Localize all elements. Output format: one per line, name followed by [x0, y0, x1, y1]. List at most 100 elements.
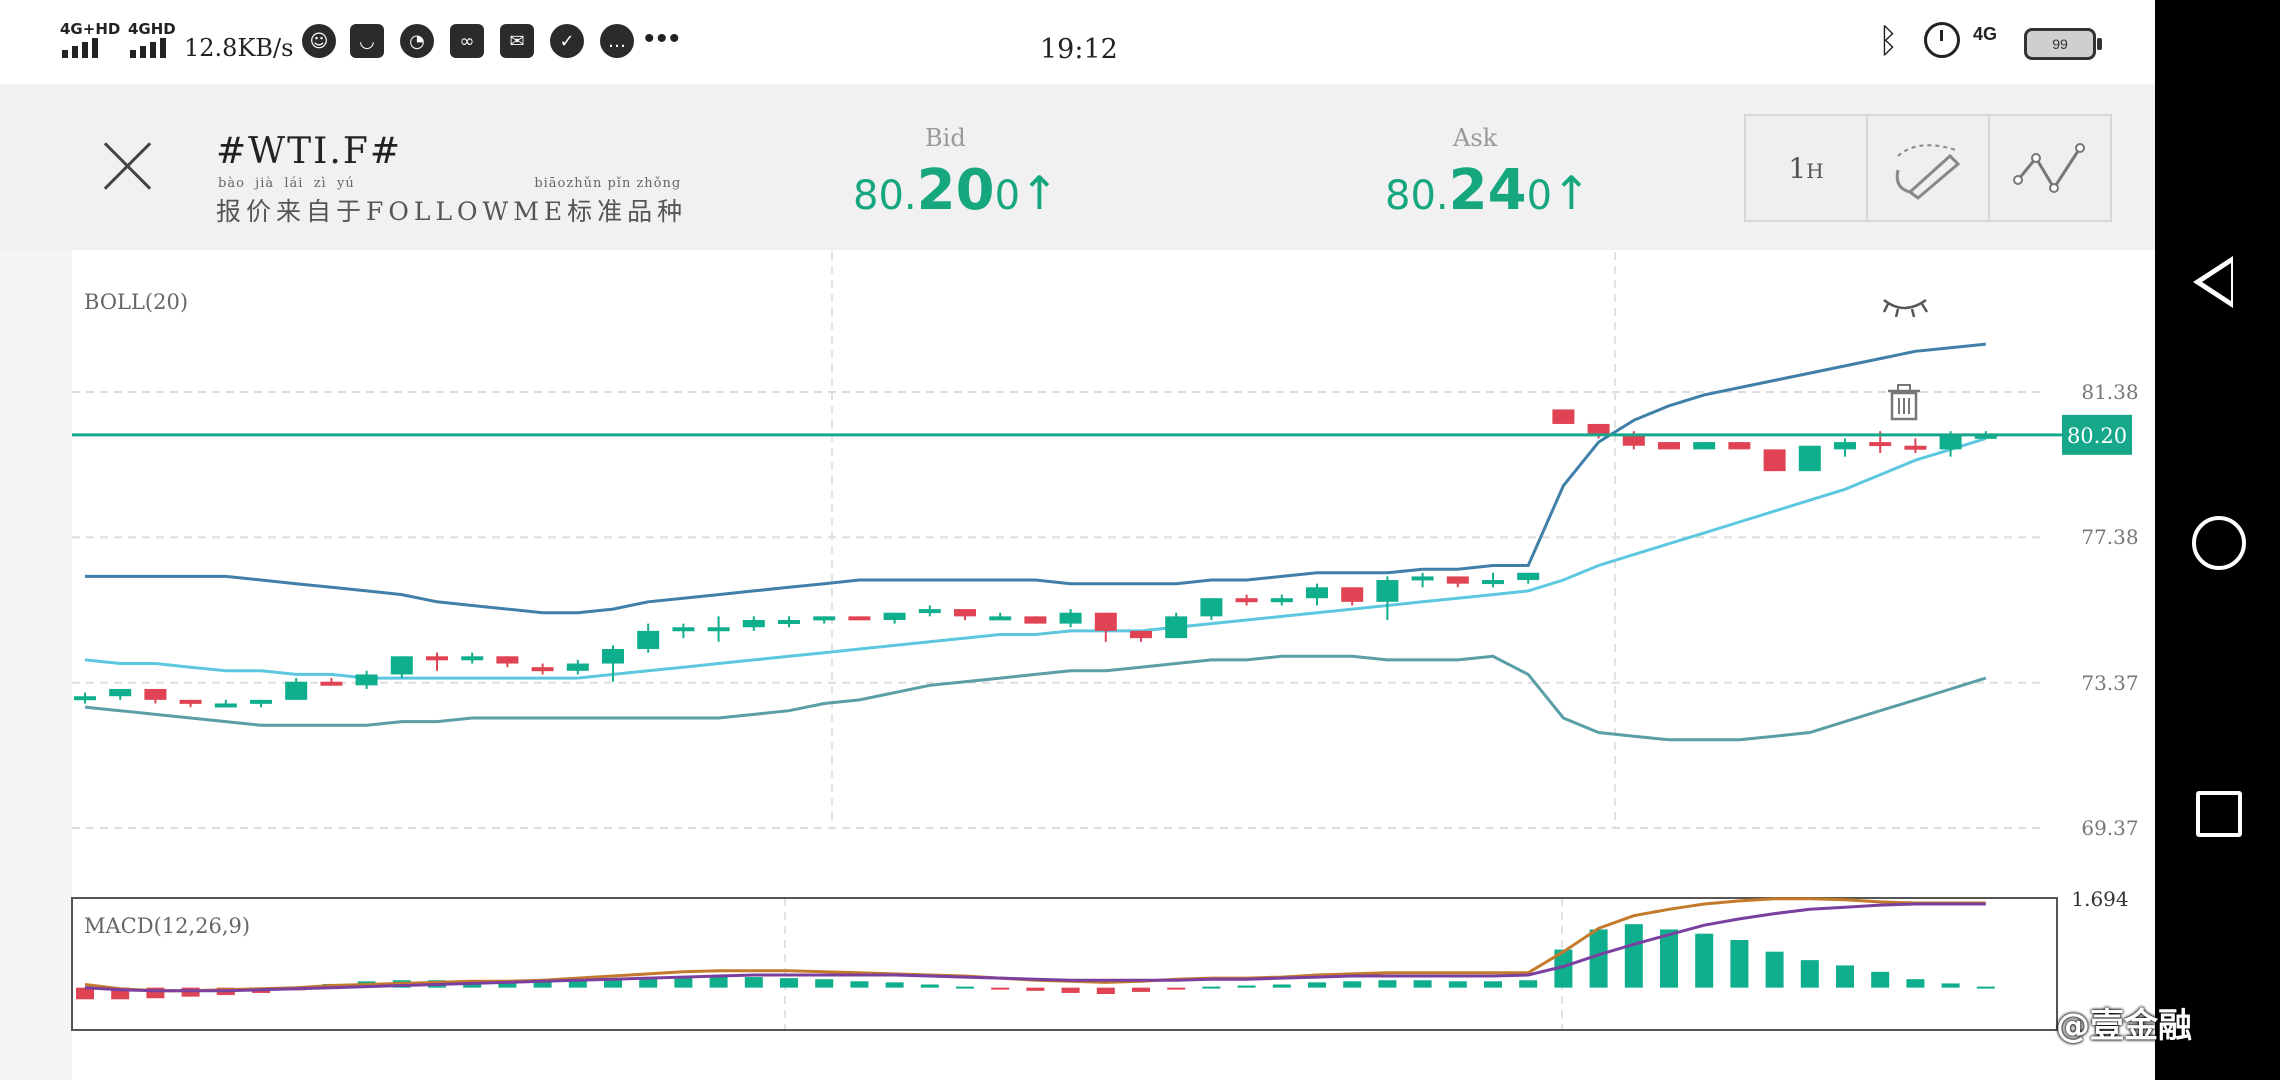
candle-body	[179, 699, 202, 704]
macd-histogram-bar	[1589, 929, 1608, 988]
candle-body	[742, 619, 765, 628]
macd-histogram-bar	[1378, 980, 1397, 988]
macd-histogram-bar	[1237, 985, 1256, 988]
macd-histogram-bar	[744, 977, 763, 988]
candle-body	[109, 688, 132, 697]
macd-histogram-bar	[1096, 987, 1115, 995]
y-tick-label: 73.37	[2081, 671, 2138, 695]
macd-histogram-bar	[1800, 960, 1819, 988]
macd-histogram-bar	[1308, 982, 1326, 988]
candle-body	[1622, 434, 1645, 446]
candle-body	[74, 696, 96, 701]
candle-body	[1270, 598, 1293, 603]
candle-body	[426, 656, 448, 661]
macd-histogram-bar	[991, 987, 1010, 990]
candle-body	[848, 616, 871, 621]
candle-body	[1798, 445, 1821, 472]
candle-body	[1165, 616, 1188, 639]
macd-histogram-bar	[885, 982, 904, 988]
candle-body	[1130, 630, 1152, 639]
boll-upper-line	[85, 342, 1986, 615]
candle-body	[496, 656, 519, 664]
y-tick-label: 81.38	[2081, 380, 2138, 404]
candle-body	[320, 681, 343, 686]
boll-indicator-label[interactable]: BOLL(20)	[84, 290, 188, 314]
candle-body	[461, 656, 484, 661]
candle-body	[1446, 576, 1469, 584]
candle-body	[566, 663, 589, 671]
y-tick-label: 69.37	[2081, 816, 2138, 840]
boll-middle-line	[84, 437, 1987, 680]
trash-icon	[1888, 384, 1920, 421]
macd-histogram-bar	[1519, 980, 1538, 988]
macd-histogram-bar	[1976, 986, 1995, 989]
candle-body	[1411, 576, 1434, 581]
macd-max-label: 1.694	[2071, 887, 2128, 911]
candle-body	[1306, 587, 1328, 599]
candle-body	[1235, 598, 1258, 603]
candle-body	[1693, 442, 1716, 450]
candle-body	[1200, 598, 1223, 617]
candle-body	[602, 649, 624, 664]
candle-body	[355, 674, 378, 686]
candle-body	[1341, 587, 1364, 602]
home-icon[interactable]	[2192, 516, 2246, 570]
macd-histogram-bar	[1871, 971, 1890, 988]
macd-histogram-bar	[1167, 987, 1186, 990]
candle-body	[1904, 445, 1927, 450]
candle-body	[637, 630, 660, 650]
candle-body	[1552, 409, 1575, 424]
macd-histogram-bar	[1484, 981, 1502, 988]
candle-body	[1059, 612, 1082, 624]
candle-body	[285, 681, 308, 700]
candle-body	[1939, 434, 1962, 450]
macd-histogram-bar	[1448, 981, 1467, 988]
macd-histogram-bar	[1202, 986, 1221, 989]
candle-body	[1376, 580, 1399, 602]
boll-lower-line	[84, 654, 1987, 742]
recent-apps-icon[interactable]	[2196, 791, 2242, 837]
candle-body	[918, 609, 941, 614]
y-tick-label: 77.38	[2081, 525, 2138, 549]
candle-body	[250, 699, 272, 704]
macd-histogram-bar	[1695, 933, 1714, 988]
macd-histogram-bar	[1413, 980, 1432, 988]
candle-body	[1763, 449, 1786, 472]
macd-histogram-bar	[1730, 940, 1749, 988]
candle-body	[883, 612, 906, 620]
macd-histogram-bar	[956, 986, 974, 989]
macd-histogram-bar	[709, 976, 728, 988]
macd-histogram-bar	[815, 979, 834, 988]
candle-body	[1869, 442, 1892, 447]
macd-histogram-bar	[1836, 965, 1854, 988]
macd-indicator-label[interactable]: MACD(12,26,9)	[84, 914, 250, 938]
macd-histogram-bar	[1941, 983, 1960, 988]
macd-histogram-bar	[1906, 979, 1925, 988]
macd-histogram-bar	[850, 981, 869, 988]
macd-histogram-bar	[1660, 929, 1678, 988]
macd-histogram-bar	[1624, 924, 1643, 988]
macd-histogram-bar	[780, 978, 798, 988]
candle-body	[531, 667, 554, 672]
candle-body	[1094, 612, 1117, 631]
macd-histogram-bar	[1765, 951, 1784, 988]
candle-body	[1587, 423, 1610, 435]
eye-closed-icon	[1882, 298, 1929, 318]
candle-body	[1834, 442, 1856, 450]
current-price-label: 80.20	[2067, 424, 2127, 448]
candle-body	[214, 703, 237, 708]
macd-histogram-bar	[920, 984, 939, 988]
candle-body	[390, 656, 413, 675]
candle-body	[813, 616, 836, 621]
candle-body	[778, 619, 800, 624]
macd-histogram-bar	[1343, 981, 1362, 988]
macd-histogram-bar	[1132, 987, 1150, 992]
macd-histogram-bar	[1061, 987, 1080, 993]
macd-histogram-bar	[1026, 987, 1045, 991]
candlestick-chart[interactable]: 81.38 77.38 73.37 69.37 1.694 80.20	[0, 0, 2155, 1080]
candle-body	[1024, 616, 1047, 624]
macd-panel-border	[71, 897, 2058, 1031]
candle-body	[1728, 442, 1751, 450]
macd-histogram-bar	[1272, 984, 1291, 988]
watermark: @壹金融	[2056, 1006, 2192, 1046]
